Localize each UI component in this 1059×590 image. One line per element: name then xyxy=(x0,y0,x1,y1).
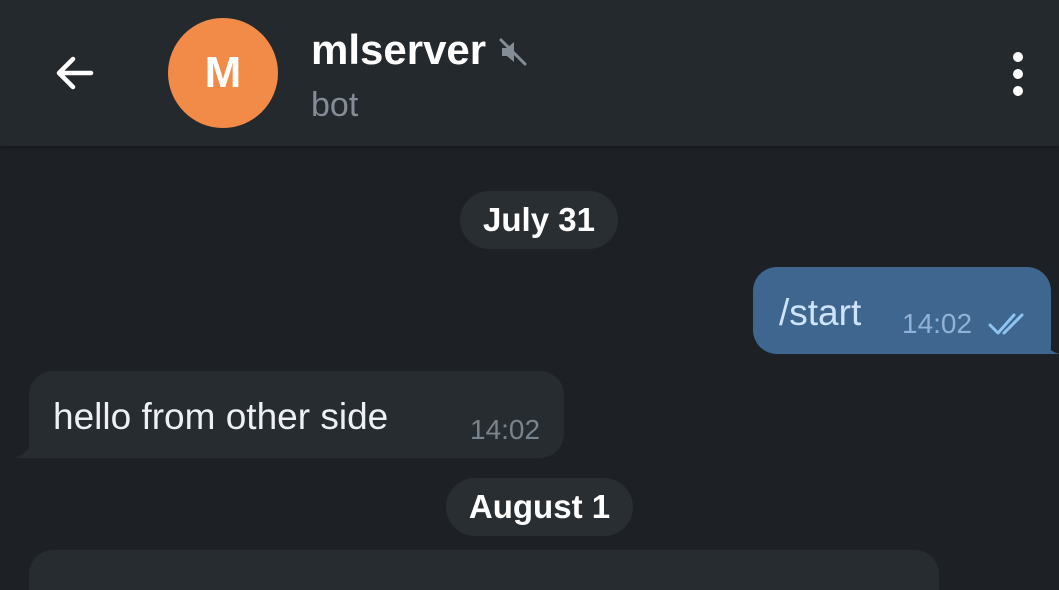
date-label: August 1 xyxy=(468,488,611,525)
message-text: hello from other side xyxy=(53,396,389,437)
message-time: 14:02 xyxy=(470,414,541,445)
avatar[interactable]: M xyxy=(168,18,278,128)
avatar-letter: M xyxy=(204,48,242,97)
date-separator: July 31 xyxy=(460,191,618,249)
muted-speaker-icon xyxy=(498,37,528,67)
chat-title-row[interactable]: mlserver xyxy=(311,22,528,78)
chat-title: mlserver xyxy=(311,26,487,73)
message-time: 14:02 xyxy=(902,308,973,339)
partial-message[interactable] xyxy=(29,550,939,590)
more-vertical-icon xyxy=(1013,52,1023,96)
double-check-icon xyxy=(988,313,1024,335)
chat-header: M mlserver bot xyxy=(0,0,1059,146)
back-button[interactable] xyxy=(40,40,106,106)
message-text: /start xyxy=(779,292,862,333)
more-options-button[interactable] xyxy=(996,46,1040,102)
back-arrow-icon xyxy=(56,56,94,90)
incoming-message[interactable]: hello from other side 14:02 xyxy=(29,371,564,458)
date-separator: August 1 xyxy=(446,478,633,536)
outgoing-message[interactable]: /start 14:02 xyxy=(753,267,1051,354)
date-label: July 31 xyxy=(483,201,595,238)
chat-subtitle: bot xyxy=(311,86,359,124)
